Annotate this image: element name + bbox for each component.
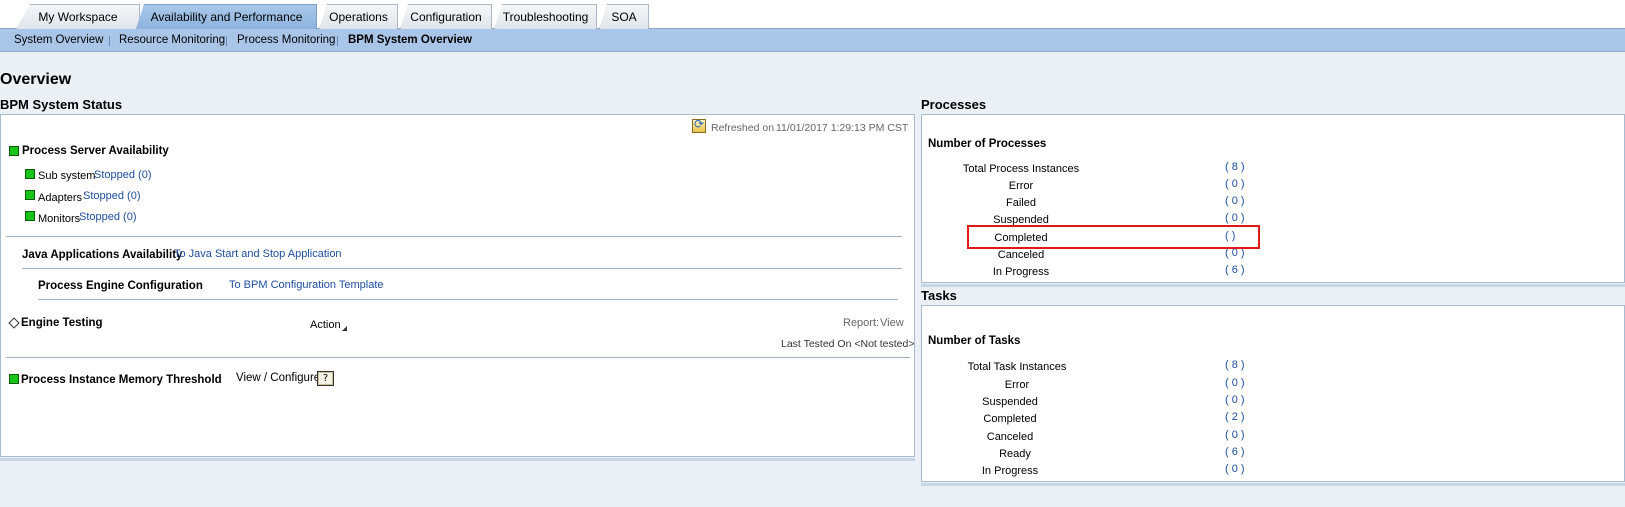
processes-title: Processes — [921, 97, 987, 112]
tab-operations[interactable]: Operations — [319, 4, 398, 29]
tab-label: SOA — [611, 10, 637, 24]
stat-value-link[interactable]: ( 0 ) — [1225, 377, 1245, 389]
stat-value-link[interactable]: ( 8 ) — [1225, 359, 1245, 371]
sub-navigation: System Overview Resource Monitoring Proc… — [0, 29, 1625, 52]
sub-system-label: Sub system — [38, 170, 96, 182]
stat-label: Failed — [1006, 197, 1036, 209]
panel-divider — [0, 458, 915, 461]
subnav-process-monitoring[interactable]: Process Monitoring — [237, 34, 335, 46]
divider — [38, 299, 898, 300]
stat-label: Completed — [983, 413, 1037, 425]
help-icon[interactable]: ? — [317, 371, 334, 386]
stat-value-link[interactable]: ( 0 ) — [1225, 394, 1245, 406]
java-apps-link[interactable]: To Java Start and Stop Application — [174, 248, 342, 260]
subnav-bpm-system-overview[interactable]: BPM System Overview — [348, 34, 472, 46]
engine-testing-label: Engine Testing — [21, 317, 103, 329]
adapters-link[interactable]: Stopped (0) — [83, 190, 140, 202]
subnav-resource-monitoring[interactable]: Resource Monitoring — [119, 34, 225, 46]
bpm-config-template-link[interactable]: To BPM Configuration Template — [229, 279, 384, 291]
tab-label: Availability and Performance — [150, 10, 303, 24]
stat-value-link[interactable]: ( 8 ) — [1225, 161, 1245, 173]
panel-divider — [921, 284, 1625, 287]
tab-label: Troubleshooting — [502, 10, 589, 24]
stat-label: Total Task Instances — [967, 361, 1067, 373]
stat-value-link[interactable]: ( 6 ) — [1225, 446, 1245, 458]
stat-value-link[interactable]: ( 0 ) — [1225, 463, 1245, 475]
subnav-separator — [337, 36, 338, 46]
process-engine-config-label: Process Engine Configuration — [38, 280, 203, 292]
stat-label: Error — [1004, 379, 1030, 391]
stat-value-link[interactable]: ( 6 ) — [1225, 264, 1245, 276]
tab-my-workspace[interactable]: My Workspace — [16, 4, 140, 29]
status-green-icon — [25, 190, 35, 200]
stat-value-link[interactable]: ( 0 ) — [1225, 429, 1245, 441]
subnav-separator — [109, 36, 110, 46]
monitors-link[interactable]: Stopped (0) — [79, 211, 136, 223]
report-view-link[interactable]: View — [880, 317, 904, 329]
tab-label: Operations — [329, 10, 388, 24]
stat-label: Canceled — [986, 431, 1034, 443]
stat-value-link[interactable]: ( 0 ) — [1225, 212, 1245, 224]
stat-value-link[interactable]: ( 0 ) — [1225, 178, 1245, 190]
tab-label: Configuration — [410, 10, 482, 24]
refreshed-label: Refreshed on — [711, 122, 775, 134]
status-green-icon — [25, 169, 35, 179]
highlight-box — [967, 225, 1260, 249]
stat-label: In Progress — [992, 266, 1050, 278]
bpm-system-status-title: BPM System Status — [0, 97, 123, 112]
stat-label: Suspended — [982, 396, 1038, 408]
divider — [22, 268, 902, 269]
tab-troubleshooting[interactable]: Troubleshooting — [494, 4, 597, 29]
stat-label: Total Process Instances — [962, 163, 1080, 175]
stat-value-link[interactable]: ( 2 ) — [1225, 411, 1245, 423]
last-tested-text: Last Tested On <Not tested> — [781, 338, 915, 350]
sub-system-link[interactable]: Stopped (0) — [94, 169, 151, 181]
page-title: Overview — [0, 71, 72, 88]
stat-label: Canceled — [997, 249, 1045, 261]
view-configure-link[interactable]: View / Configure — [236, 372, 320, 384]
java-apps-label: Java Applications Availability — [22, 249, 183, 261]
tab-availability-and-performance[interactable]: Availability and Performance — [136, 4, 317, 29]
adapters-label: Adapters — [38, 192, 83, 204]
monitors-label: Monitors — [38, 213, 81, 225]
subnav-system-overview[interactable]: System Overview — [14, 34, 103, 46]
tab-configuration[interactable]: Configuration — [400, 4, 492, 29]
top-tab-bar: My Workspace Availability and Performanc… — [0, 0, 1625, 29]
divider — [6, 236, 902, 237]
status-green-icon — [9, 146, 19, 156]
refreshed-time: 11/01/2017 1:29:13 PM CST — [776, 122, 909, 134]
panel-divider — [921, 483, 1625, 486]
subnav-separator — [226, 36, 227, 46]
status-green-icon — [9, 374, 19, 384]
dropdown-arrow-icon[interactable] — [342, 326, 347, 331]
stat-label: Error — [1008, 180, 1034, 192]
stat-label: Ready — [999, 448, 1031, 460]
number-of-tasks-title: Number of Tasks — [928, 335, 1021, 347]
stat-label: In Progress — [981, 465, 1039, 477]
tasks-title: Tasks — [921, 288, 957, 303]
memory-threshold-label: Process Instance Memory Threshold — [21, 374, 222, 386]
tab-label: My Workspace — [38, 10, 118, 24]
number-of-processes-title: Number of Processes — [928, 138, 1047, 150]
divider — [6, 357, 910, 358]
tab-soa[interactable]: SOA — [599, 4, 649, 29]
refresh-icon[interactable] — [692, 117, 706, 133]
stat-value-link[interactable]: ( 0 ) — [1225, 195, 1245, 207]
process-server-availability: Process Server Availability — [22, 145, 169, 157]
action-menu[interactable]: Action — [310, 319, 341, 331]
status-green-icon — [25, 211, 35, 221]
report-label: Report: — [843, 317, 880, 329]
